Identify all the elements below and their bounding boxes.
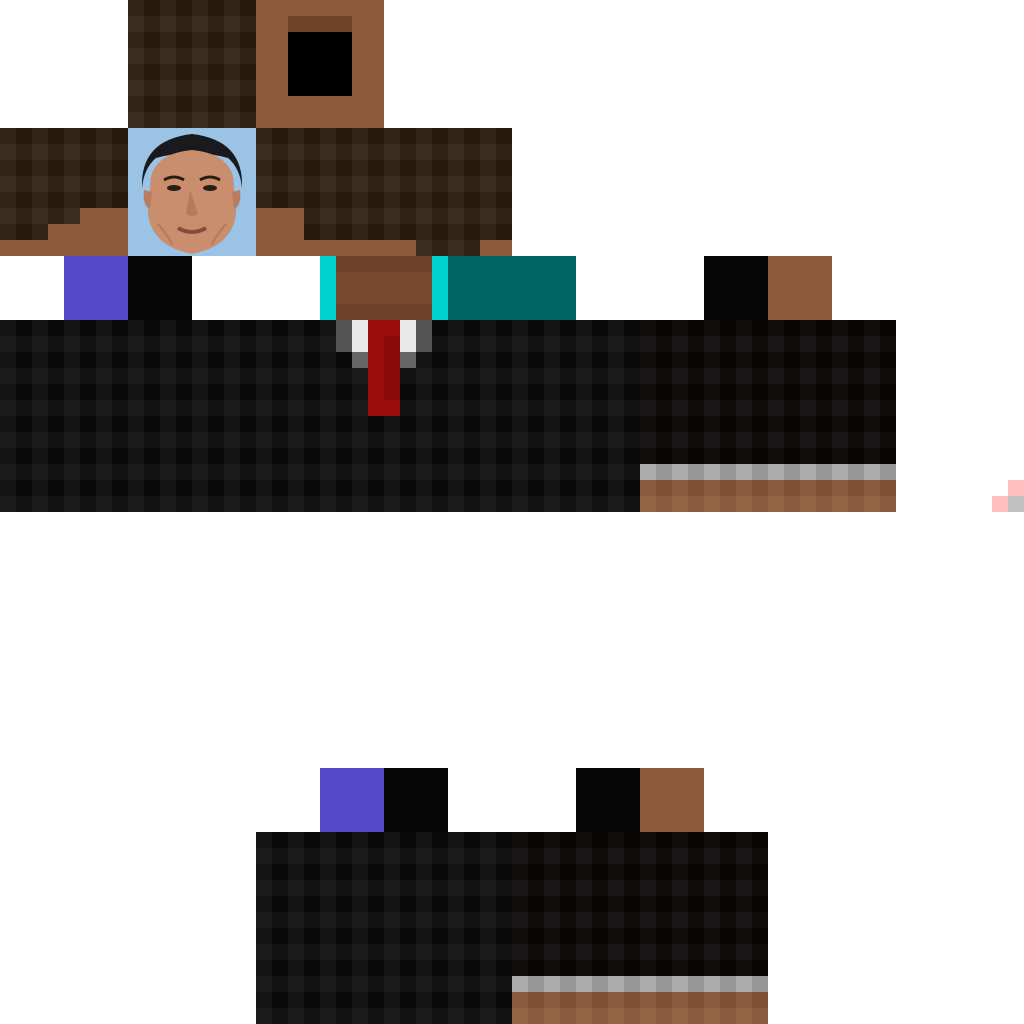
right-leg-bottom-patch [128,256,192,320]
body-back [512,320,640,512]
head-left-skin-step [256,208,304,240]
collar-right-white [400,320,416,352]
left-leg-sides [256,832,512,1024]
right-arm-top-patch [704,256,768,320]
head-back-skin-edge2 [480,240,512,256]
head-bottom-notch [288,16,352,32]
right-arm-bottom-patch [768,256,832,320]
body-top-neck-highlight [336,272,432,304]
stray-pixel-pink [1008,480,1024,496]
stray-pixel-pink2 [992,496,1008,512]
body-top-cyan-right [432,256,448,320]
collar-left-grey2 [352,352,368,368]
collar-left-grey [336,320,352,352]
right-leg-sides [0,320,256,512]
right-arm-cuff [640,464,896,480]
left-leg-bottom-patch [384,768,448,832]
head-left-skin-edge [256,240,384,256]
body-top-cyan-left [320,256,336,320]
head-back-face [384,128,512,256]
eye-hole-square [288,32,352,96]
collar-right-grey2 [400,352,416,368]
head-right-skin-step2 [80,208,128,224]
left-arm-bottom-patch [640,768,704,832]
body-bottom-teal [448,256,576,320]
tie-knot-shade [384,336,400,400]
face-photo-image [128,128,256,256]
head-back-skin-edge [384,240,416,256]
right-arm-sides [640,320,896,464]
head-right-skin-step [48,224,128,240]
right-arm-hand [640,480,896,512]
stray-pixel-grey [1008,496,1024,512]
left-arm-cuff [512,976,768,992]
left-leg-top-patch [320,768,384,832]
head-right-skin-edge [0,240,128,256]
collar-right-grey [416,320,432,352]
right-leg-top-patch [64,256,128,320]
left-arm-top-patch [576,768,640,832]
left-arm-hand [512,992,768,1024]
collar-left-white [352,320,368,352]
head-top-face [128,0,256,128]
left-arm-sides [512,832,768,976]
